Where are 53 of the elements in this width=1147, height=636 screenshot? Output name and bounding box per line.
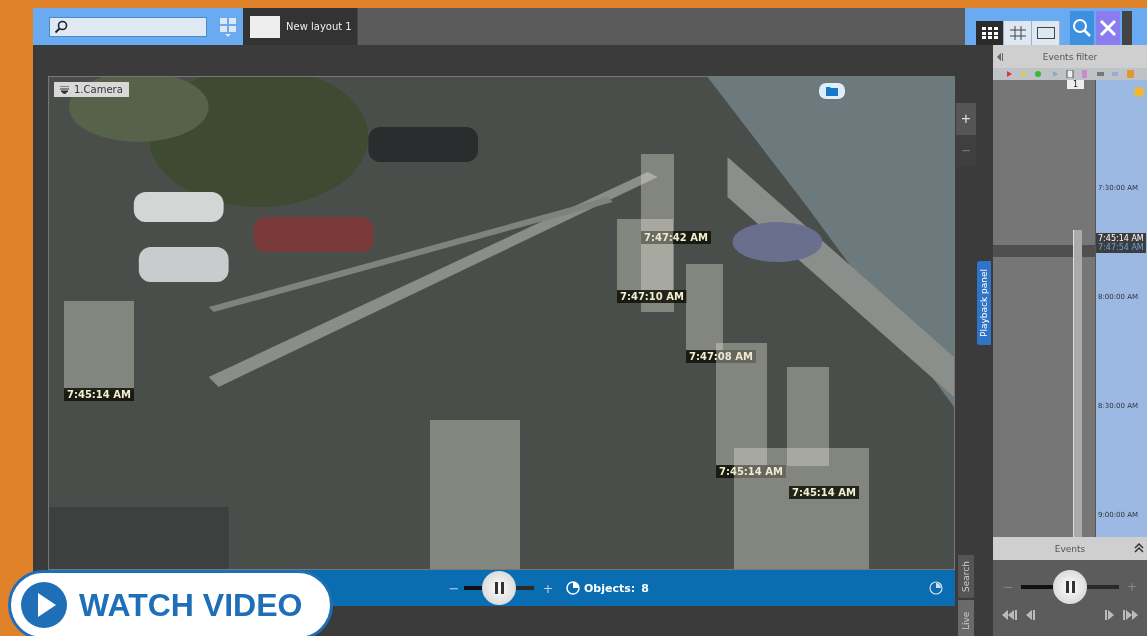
settings-button[interactable] bbox=[1096, 11, 1120, 45]
camera-name: 1.Camera bbox=[74, 84, 123, 95]
clock-icon[interactable] bbox=[929, 581, 943, 595]
camera-title[interactable]: 1.Camera bbox=[54, 82, 129, 97]
pause-button[interactable] bbox=[1053, 570, 1087, 604]
view-mode-button[interactable] bbox=[976, 21, 1004, 45]
day-icon bbox=[1134, 87, 1144, 97]
objects-label: Objects: bbox=[584, 581, 636, 595]
end-time: 7:47:54 AM bbox=[1098, 243, 1144, 252]
live-tab[interactable]: Live bbox=[958, 600, 974, 636]
speed-decrease-button[interactable]: − bbox=[448, 580, 460, 596]
step-back-icon[interactable] bbox=[1025, 610, 1035, 620]
window-icon bbox=[1036, 27, 1055, 39]
objects-count: 8 bbox=[641, 581, 649, 595]
layout-tab[interactable]: New layout 1 bbox=[243, 8, 357, 45]
event-count-badge: 1 bbox=[1067, 80, 1085, 89]
zoom-in-button[interactable]: + bbox=[956, 103, 976, 135]
hash-icon bbox=[1009, 26, 1026, 40]
speed-increase-button[interactable]: + bbox=[542, 580, 554, 596]
playback-panel-tab[interactable]: Playback panel bbox=[977, 261, 991, 345]
detection-time: 7:45:14 AM bbox=[64, 388, 134, 401]
search-icon bbox=[1072, 18, 1092, 38]
scrollbar[interactable] bbox=[1073, 230, 1082, 537]
folder-button[interactable] bbox=[819, 83, 845, 99]
pause-button[interactable] bbox=[482, 571, 516, 605]
view-mode-button[interactable] bbox=[1032, 21, 1060, 45]
events-title: Events bbox=[1054, 543, 1086, 554]
collapse-icon[interactable] bbox=[997, 53, 1003, 61]
current-time: 7:45:14 AM bbox=[1098, 234, 1144, 243]
skip-back-icon[interactable] bbox=[1001, 610, 1017, 620]
chevron-up-icon[interactable] bbox=[1134, 543, 1144, 553]
layout-grid-icon[interactable] bbox=[219, 16, 237, 37]
search-tool-button[interactable] bbox=[1070, 11, 1094, 45]
watch-video-button[interactable]: WATCH VIDEO bbox=[8, 570, 333, 636]
speed-slider[interactable] bbox=[1021, 570, 1119, 604]
events-header[interactable]: Events bbox=[993, 537, 1147, 560]
clock-icon bbox=[566, 581, 580, 595]
speed-slider[interactable] bbox=[464, 571, 534, 605]
detection-time: 7:47:10 AM bbox=[617, 290, 687, 303]
grid-icon bbox=[981, 27, 998, 39]
search-field[interactable] bbox=[49, 16, 207, 37]
current-time-marker[interactable]: 7:45:14 AM 7:47:54 AM bbox=[1096, 233, 1146, 253]
folder-icon bbox=[826, 86, 838, 96]
tools-icon bbox=[1099, 19, 1117, 37]
detection-time: 7:47:08 AM bbox=[686, 350, 756, 363]
step-forward-icon[interactable] bbox=[1105, 610, 1115, 620]
menu-icon bbox=[60, 85, 69, 94]
panel-title: Events filter bbox=[1042, 51, 1098, 62]
search-tab[interactable]: Search bbox=[958, 555, 974, 598]
skip-forward-icon[interactable] bbox=[1123, 610, 1139, 620]
play-icon bbox=[19, 580, 69, 630]
search-icon bbox=[54, 19, 68, 34]
detection-time: 7:45:14 AM bbox=[789, 486, 859, 499]
